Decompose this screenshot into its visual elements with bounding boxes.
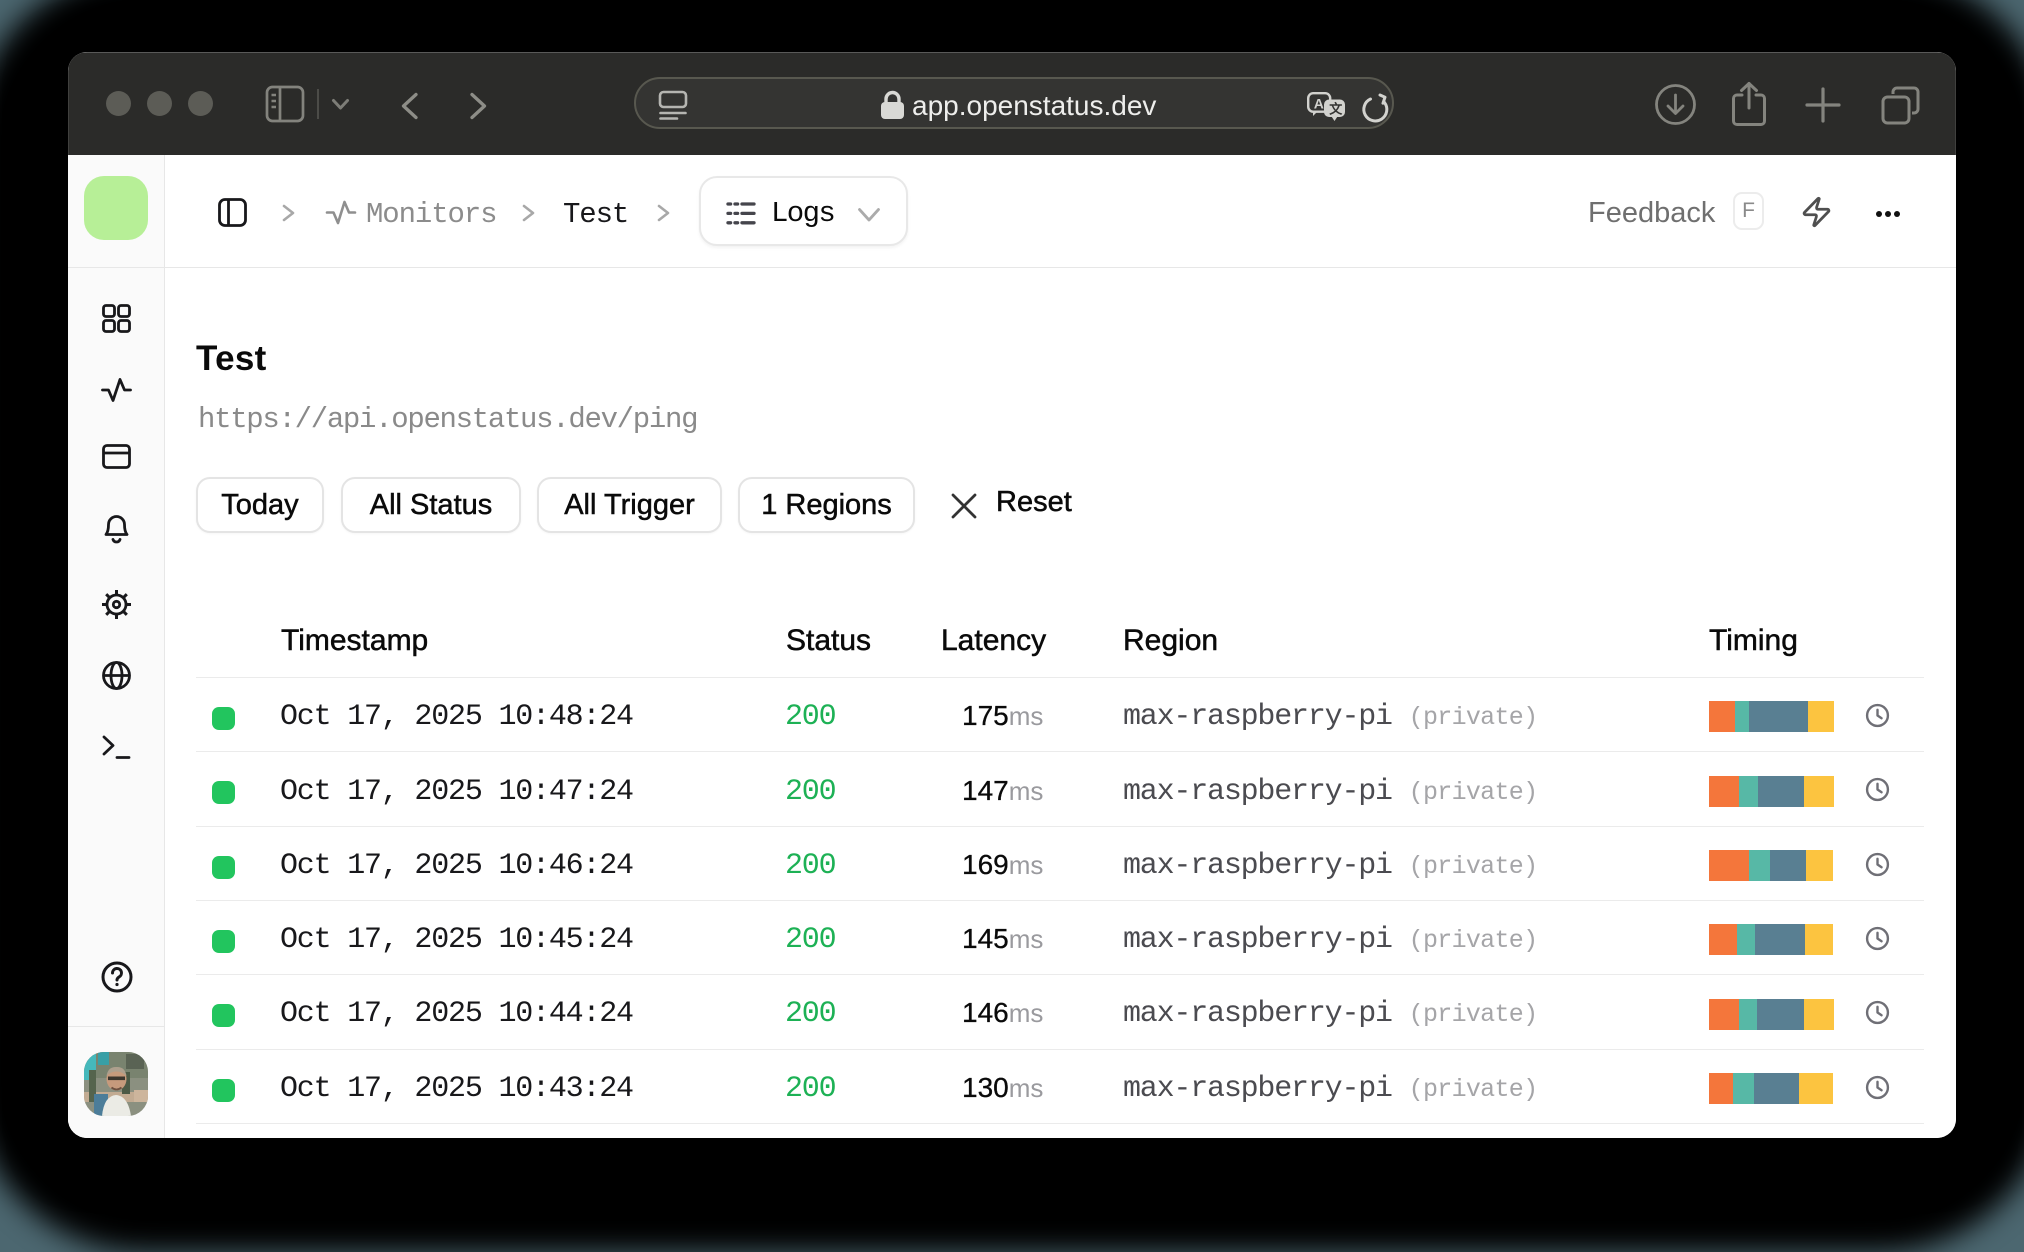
svg-text:文: 文 bbox=[1329, 102, 1343, 117]
svg-text:A: A bbox=[1314, 96, 1324, 112]
